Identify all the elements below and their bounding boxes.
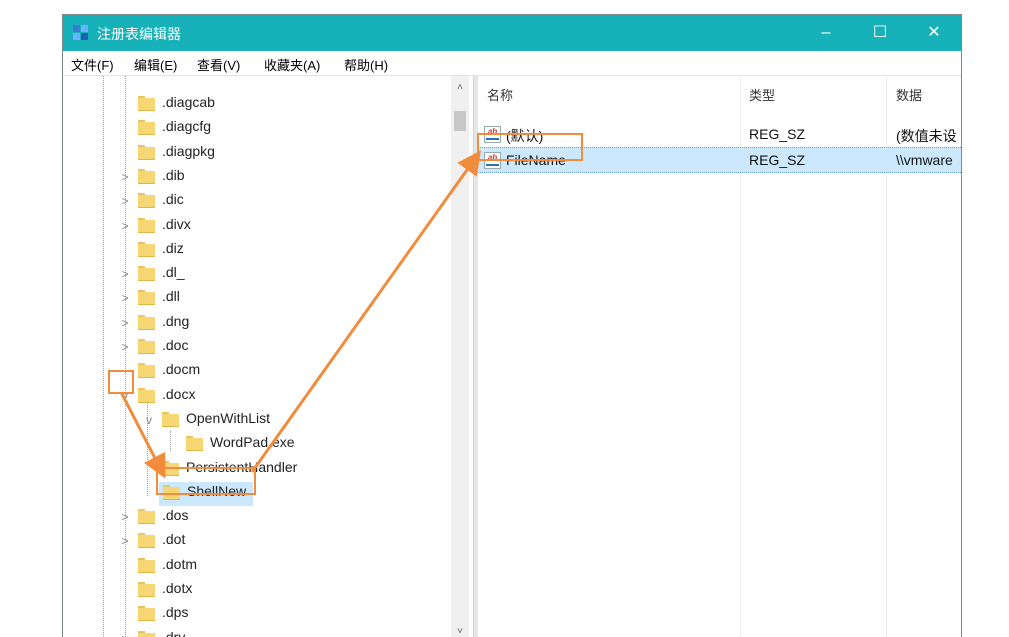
arrow-to-shellnew: [119, 391, 166, 479]
arrow-to-filename: [250, 150, 481, 473]
annotation-arrows: [119, 150, 481, 479]
